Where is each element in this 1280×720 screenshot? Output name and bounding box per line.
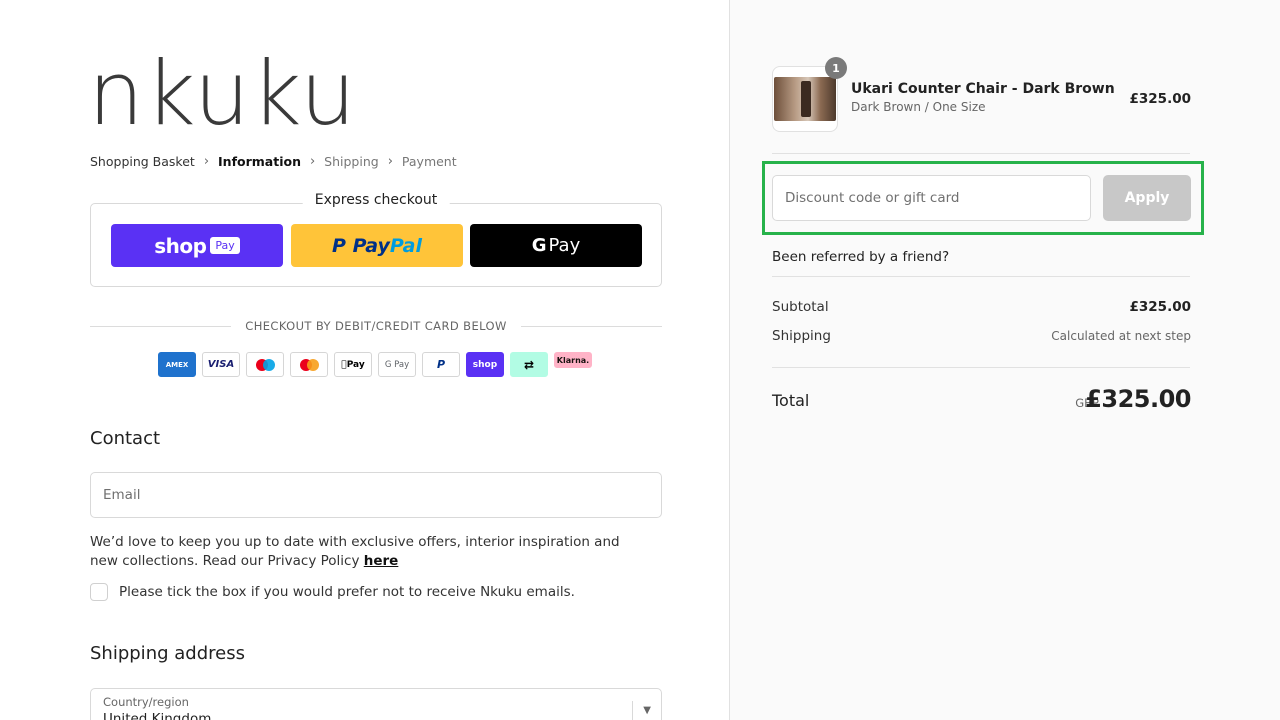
product-price: £325.00	[1129, 91, 1192, 107]
summary-divider	[772, 153, 1190, 154]
apply-discount-button[interactable]: Apply	[1103, 175, 1191, 221]
email-input[interactable]	[90, 472, 662, 518]
apple-pay-icon: Pay	[334, 352, 372, 377]
email-optout-row[interactable]: Please tick the box if you would prefer …	[90, 583, 575, 601]
google-pay-word: Pay	[548, 235, 581, 256]
marketing-notice-text: We’d love to keep you up to date with ex…	[90, 534, 620, 569]
paypal-word-pal: Pal	[389, 234, 422, 257]
shop-pay-button[interactable]: shop Pay	[111, 224, 283, 267]
breadcrumb-information: Information	[218, 154, 301, 169]
shipping-label: Shipping	[772, 328, 831, 344]
shipping-value: Calculated at next step	[1051, 329, 1191, 343]
email-optout-label: Please tick the box if you would prefer …	[119, 584, 575, 600]
marketing-notice: We’d love to keep you up to date with ex…	[90, 533, 650, 571]
klarna-icon: Klarna.	[554, 352, 592, 368]
google-pay-icon: G Pay	[378, 352, 416, 377]
summary-divider	[772, 367, 1190, 368]
mastercard-icon	[290, 352, 328, 377]
express-checkout-title: Express checkout	[302, 192, 450, 208]
shop-pay-logo-icon: shop	[154, 233, 207, 258]
discount-code-input[interactable]	[772, 175, 1091, 221]
subtotal-label: Subtotal	[772, 299, 829, 315]
clearpay-icon: ⇄	[510, 352, 548, 377]
paypal-p-icon: P	[332, 234, 346, 257]
breadcrumb: Shopping Basket › Information › Shipping…	[90, 154, 457, 169]
breadcrumb-shipping: Shipping	[324, 154, 379, 169]
breadcrumb-shopping-basket[interactable]: Shopping Basket	[90, 154, 195, 169]
select-divider	[632, 701, 633, 720]
google-g-icon: G	[531, 235, 547, 256]
shipping-address-heading: Shipping address	[90, 643, 245, 664]
paypal-word-pay: Pay	[352, 234, 390, 257]
express-checkout-box: Express checkout shop Pay P PayPal G Pay	[90, 192, 662, 287]
order-summary-panel: 1 Ukari Counter Chair - Dark Brown Dark …	[729, 0, 1280, 720]
chevron-right-icon: ›	[387, 154, 393, 169]
amex-icon: AMEX	[158, 352, 196, 377]
google-pay-button[interactable]: G Pay	[470, 224, 642, 267]
summary-divider	[772, 276, 1190, 277]
paypal-button[interactable]: P PayPal	[291, 224, 463, 267]
chevron-down-icon: ▼	[643, 705, 651, 716]
shop-pay-icon: shop	[466, 352, 504, 377]
chevron-right-icon: ›	[309, 154, 316, 169]
product-variant: Dark Brown / One Size	[851, 100, 986, 114]
chevron-right-icon: ›	[203, 154, 210, 169]
contact-heading: Contact	[90, 428, 161, 449]
divider-line	[520, 325, 662, 327]
privacy-policy-link[interactable]: here	[364, 553, 399, 569]
divider-line	[90, 325, 232, 327]
chair-image-detail	[801, 81, 811, 117]
country-select-label: Country/region	[103, 695, 189, 709]
subtotal-value: £325.00	[1129, 299, 1192, 315]
product-thumbnail: 1	[772, 57, 847, 132]
card-section-label: CHECKOUT BY DEBIT/CREDIT CARD BELOW	[245, 319, 507, 333]
payment-methods-row: AMEX VISA Pay G Pay P shop ⇄ Klarna.	[158, 352, 598, 377]
paypal-logo-icon: P PayPal	[332, 235, 422, 257]
apple-pay-text: Pay	[343, 359, 365, 370]
visa-icon: VISA	[202, 352, 240, 377]
total-value: £325.00	[1085, 385, 1191, 413]
card-divider: CHECKOUT BY DEBIT/CREDIT CARD BELOW	[90, 316, 662, 336]
nkuku-logo[interactable]: nkuku	[88, 50, 357, 138]
email-optout-checkbox[interactable]	[90, 583, 108, 601]
paypal-icon: P	[422, 352, 460, 377]
shop-pay-tag: Pay	[210, 237, 240, 254]
breadcrumb-payment: Payment	[401, 154, 457, 169]
product-name: Ukari Counter Chair - Dark Brown	[851, 81, 1115, 97]
maestro-icon	[246, 352, 284, 377]
referral-link[interactable]: Been referred by a friend?	[772, 249, 949, 265]
country-select-value: United Kingdom	[103, 711, 212, 720]
total-label: Total	[772, 391, 810, 410]
quantity-badge: 1	[825, 57, 847, 79]
country-select[interactable]: Country/region United Kingdom ▼	[90, 688, 662, 720]
checkout-main-panel: nkuku Shopping Basket › Information › Sh…	[0, 0, 729, 720]
